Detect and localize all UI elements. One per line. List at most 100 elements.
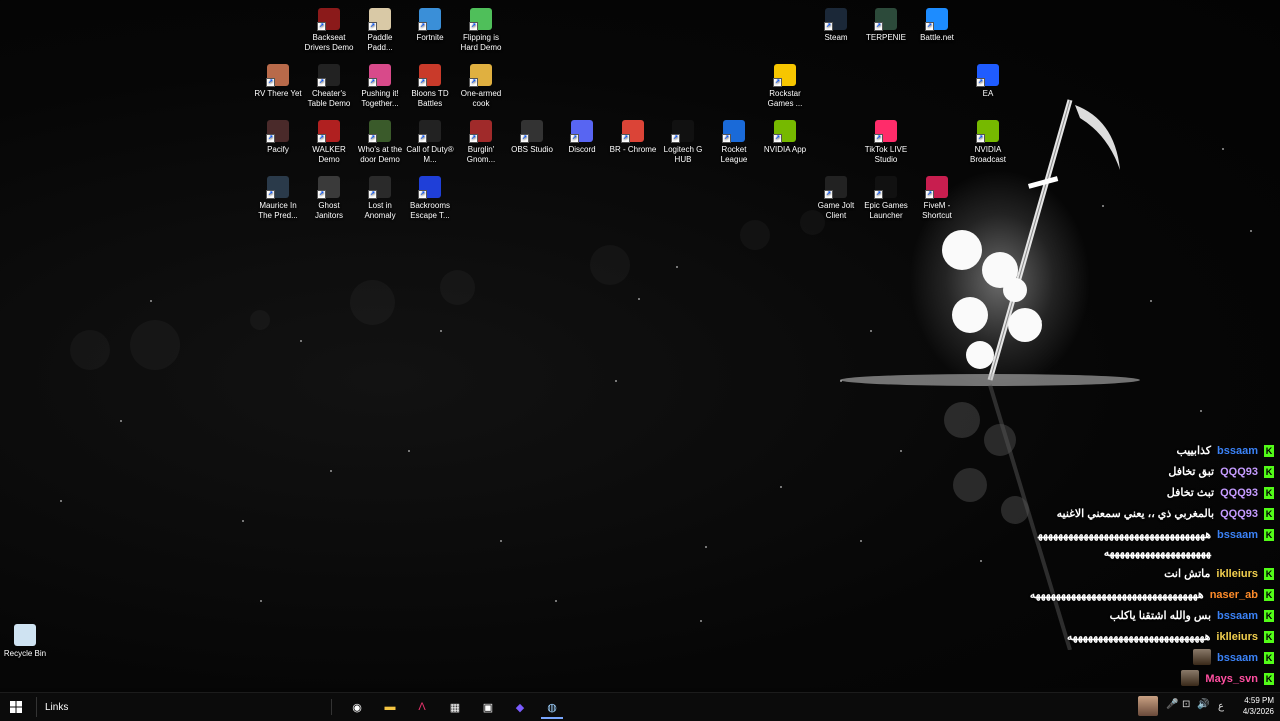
chat-username[interactable]: bssaam	[1217, 649, 1258, 667]
star	[705, 546, 707, 548]
taskbar-divider	[36, 697, 37, 717]
bokeh	[350, 280, 395, 325]
taskbar-app-fivem-taskbar[interactable]: Λ	[411, 697, 433, 717]
desktop-icon-gamejolt[interactable]: ↗ Game Jolt Client	[811, 172, 861, 221]
desktop-icon-car[interactable]: ↗ Backseat Drivers Demo	[304, 4, 354, 53]
desktop-icon-logitech[interactable]: ↗ Logitech G HUB	[658, 116, 708, 165]
logitech-icon: ↗	[671, 120, 694, 143]
chat-username[interactable]: naser_ab	[1210, 586, 1258, 604]
taskbar: Links ◉ ▬ Λ ▦ ▣ ◆ ◍ 🎤 ⊡ 🔊 ع 4:59 PM 4/3/2026	[0, 692, 1280, 721]
desktop-icon-rv[interactable]: ↗ RV There Yet	[253, 60, 303, 99]
chat-message-text: هههههههههههههههههههههههههههههههههههههههه…	[1037, 529, 1212, 559]
desktop-icon-face[interactable]: ↗ Paddle Padd...	[355, 4, 405, 53]
desktop-icon-epic[interactable]: ↗ Epic Games Launcher	[861, 172, 911, 221]
desktop-icon-nvidia-broadcast[interactable]: ↗ NVIDIA Broadcast	[963, 116, 1013, 165]
terpenie-icon: ↗	[874, 8, 897, 31]
desktop-icon-fortnite[interactable]: ↗ Fortnite	[405, 4, 455, 43]
chat-username[interactable]: bssaam	[1217, 526, 1258, 544]
chat-username[interactable]: Mays_svn	[1205, 670, 1258, 688]
desktop-icon-tiktok[interactable]: ↗ TikTok LIVE Studio	[861, 116, 911, 165]
star	[1200, 410, 1202, 412]
network-icon[interactable]: ⊡	[1182, 699, 1190, 710]
shortcut-arrow-icon: ↗	[418, 22, 427, 31]
walker-icon: ↗	[317, 120, 340, 143]
desktop-icon-maurice[interactable]: ↗ Maurice In The Pred...	[253, 172, 303, 221]
taskbar-app-steam-taskbar[interactable]: ◍	[541, 697, 563, 719]
desktop-icon-anomaly[interactable]: ↗ Lost in Anomaly	[355, 172, 405, 221]
desktop-icon-steam[interactable]: ↗ Steam	[811, 4, 861, 43]
taskbar-app-diamond-app[interactable]: ◆	[509, 697, 531, 717]
clock-time: 4:59 PM	[1244, 696, 1274, 705]
desktop-icon-flip[interactable]: ↗ Flipping is Hard Demo	[456, 4, 506, 53]
desktop-icon-label: Logitech G HUB	[663, 145, 703, 164]
desktop-icon-rockstar[interactable]: ↗ Rockstar Games ...	[760, 60, 810, 109]
chat-message-text: تبث تخافل	[1166, 487, 1215, 499]
desktop-icon-label: Maurice In The Pred...	[258, 201, 298, 220]
chat-username[interactable]: bssaam	[1217, 442, 1258, 460]
shortcut-arrow-icon: ↗	[976, 78, 985, 87]
anomaly-icon: ↗	[368, 176, 391, 199]
desktop-icon-chrome[interactable]: ↗ BR - Chrome	[608, 116, 658, 155]
desktop-icon-label: BR - Chrome	[609, 145, 657, 154]
desktop: ↗ Backseat Drivers Demo ↗ Paddle Padd... ↗ Fo…	[0, 0, 1280, 688]
desktop-icon-gnome[interactable]: ↗ Burglin' Gnom...	[456, 116, 506, 165]
star	[408, 450, 410, 452]
taskbar-app-obs-taskbar[interactable]: ◉	[346, 697, 368, 717]
desktop-icon-recycle-bin[interactable]: Recycle Bin	[0, 620, 50, 659]
desktop-icon-rocket[interactable]: ↗ Rocket League	[709, 116, 759, 165]
input-language[interactable]: ع	[1218, 701, 1224, 712]
chat-username[interactable]: QQQ93	[1220, 505, 1258, 523]
desktop-icon-ghost[interactable]: ↗ Ghost Janitors	[304, 172, 354, 221]
kick-badge-icon: K	[1264, 466, 1274, 478]
desktop-icon-label: Steam	[824, 33, 848, 42]
kick-badge-icon: K	[1264, 529, 1274, 541]
cook-icon: ↗	[469, 64, 492, 87]
desktop-icon-label: Rockstar Games ...	[767, 89, 803, 108]
star	[120, 420, 122, 422]
shortcut-arrow-icon: ↗	[266, 134, 275, 143]
desktop-icon-obs[interactable]: ↗ OBS Studio	[507, 116, 557, 155]
shortcut-arrow-icon: ↗	[469, 78, 478, 87]
microphone-icon[interactable]: 🎤	[1166, 699, 1178, 710]
star	[500, 540, 502, 542]
taskbar-app-app[interactable]: ▣	[477, 697, 499, 717]
desktop-icon-pushing[interactable]: ↗ Pushing it! Together...	[355, 60, 405, 109]
desktop-icon-label: Fortnite	[416, 33, 444, 42]
desktop-icon-ct[interactable]: ↗ Cheater's Table Demo	[304, 60, 354, 109]
taskbar-app-store[interactable]: ▦	[444, 697, 466, 717]
kick-badge-icon: K	[1264, 631, 1274, 643]
desktop-icon-cod[interactable]: ↗ Call of Duty® M...	[405, 116, 455, 165]
volume-icon[interactable]: 🔊	[1197, 699, 1209, 710]
taskbar-app-file-explorer[interactable]: ▬	[379, 697, 401, 717]
desktop-icon-cook[interactable]: ↗ One-armed cook	[456, 60, 506, 109]
desktop-icon-pacify[interactable]: ↗ Pacify	[253, 116, 303, 155]
shortcut-arrow-icon: ↗	[671, 134, 680, 143]
chat-username[interactable]: iklleiurs	[1216, 565, 1258, 583]
desktop-icon-door[interactable]: ↗ Who's at the door Demo	[355, 116, 405, 165]
start-button[interactable]	[5, 697, 27, 717]
desktop-icon-fivem[interactable]: ↗ FiveM - Shortcut	[912, 172, 962, 221]
desktop-icon-walker[interactable]: ↗ WALKER Demo	[304, 116, 354, 165]
desktop-icon-discord[interactable]: ↗ Discord	[557, 116, 607, 155]
bokeh	[250, 310, 270, 330]
desktop-icon-backrooms[interactable]: ↗ Backrooms Escape T...	[405, 172, 455, 221]
chat-username[interactable]: QQQ93	[1220, 484, 1258, 502]
clock[interactable]: 4:59 PM 4/3/2026	[1234, 695, 1274, 717]
chat-username[interactable]: iklleiurs	[1216, 628, 1258, 646]
tray-avatar-icon[interactable]	[1138, 696, 1158, 716]
ghost-icon: ↗	[317, 176, 340, 199]
star	[300, 340, 302, 342]
desktop-icon-terpenie[interactable]: ↗ TERPENIE	[861, 4, 911, 43]
shortcut-arrow-icon: ↗	[368, 22, 377, 31]
chat-username[interactable]: QQQ93	[1220, 463, 1258, 481]
desktop-icon-ea[interactable]: ↗ EA	[963, 60, 1013, 99]
desktop-icon-nvidia[interactable]: ↗ NVIDIA App	[760, 116, 810, 155]
desktop-icon-battlenet[interactable]: ↗ Battle.net	[912, 4, 962, 43]
desktop-icon-bloons[interactable]: ↗ Bloons TD Battles	[405, 60, 455, 109]
star	[555, 600, 557, 602]
rockstar-icon: ↗	[773, 64, 796, 87]
shortcut-arrow-icon: ↗	[773, 78, 782, 87]
links-toolbar[interactable]: Links	[45, 702, 68, 713]
chat-username[interactable]: bssaam	[1217, 607, 1258, 625]
epic-icon: ↗	[874, 176, 897, 199]
